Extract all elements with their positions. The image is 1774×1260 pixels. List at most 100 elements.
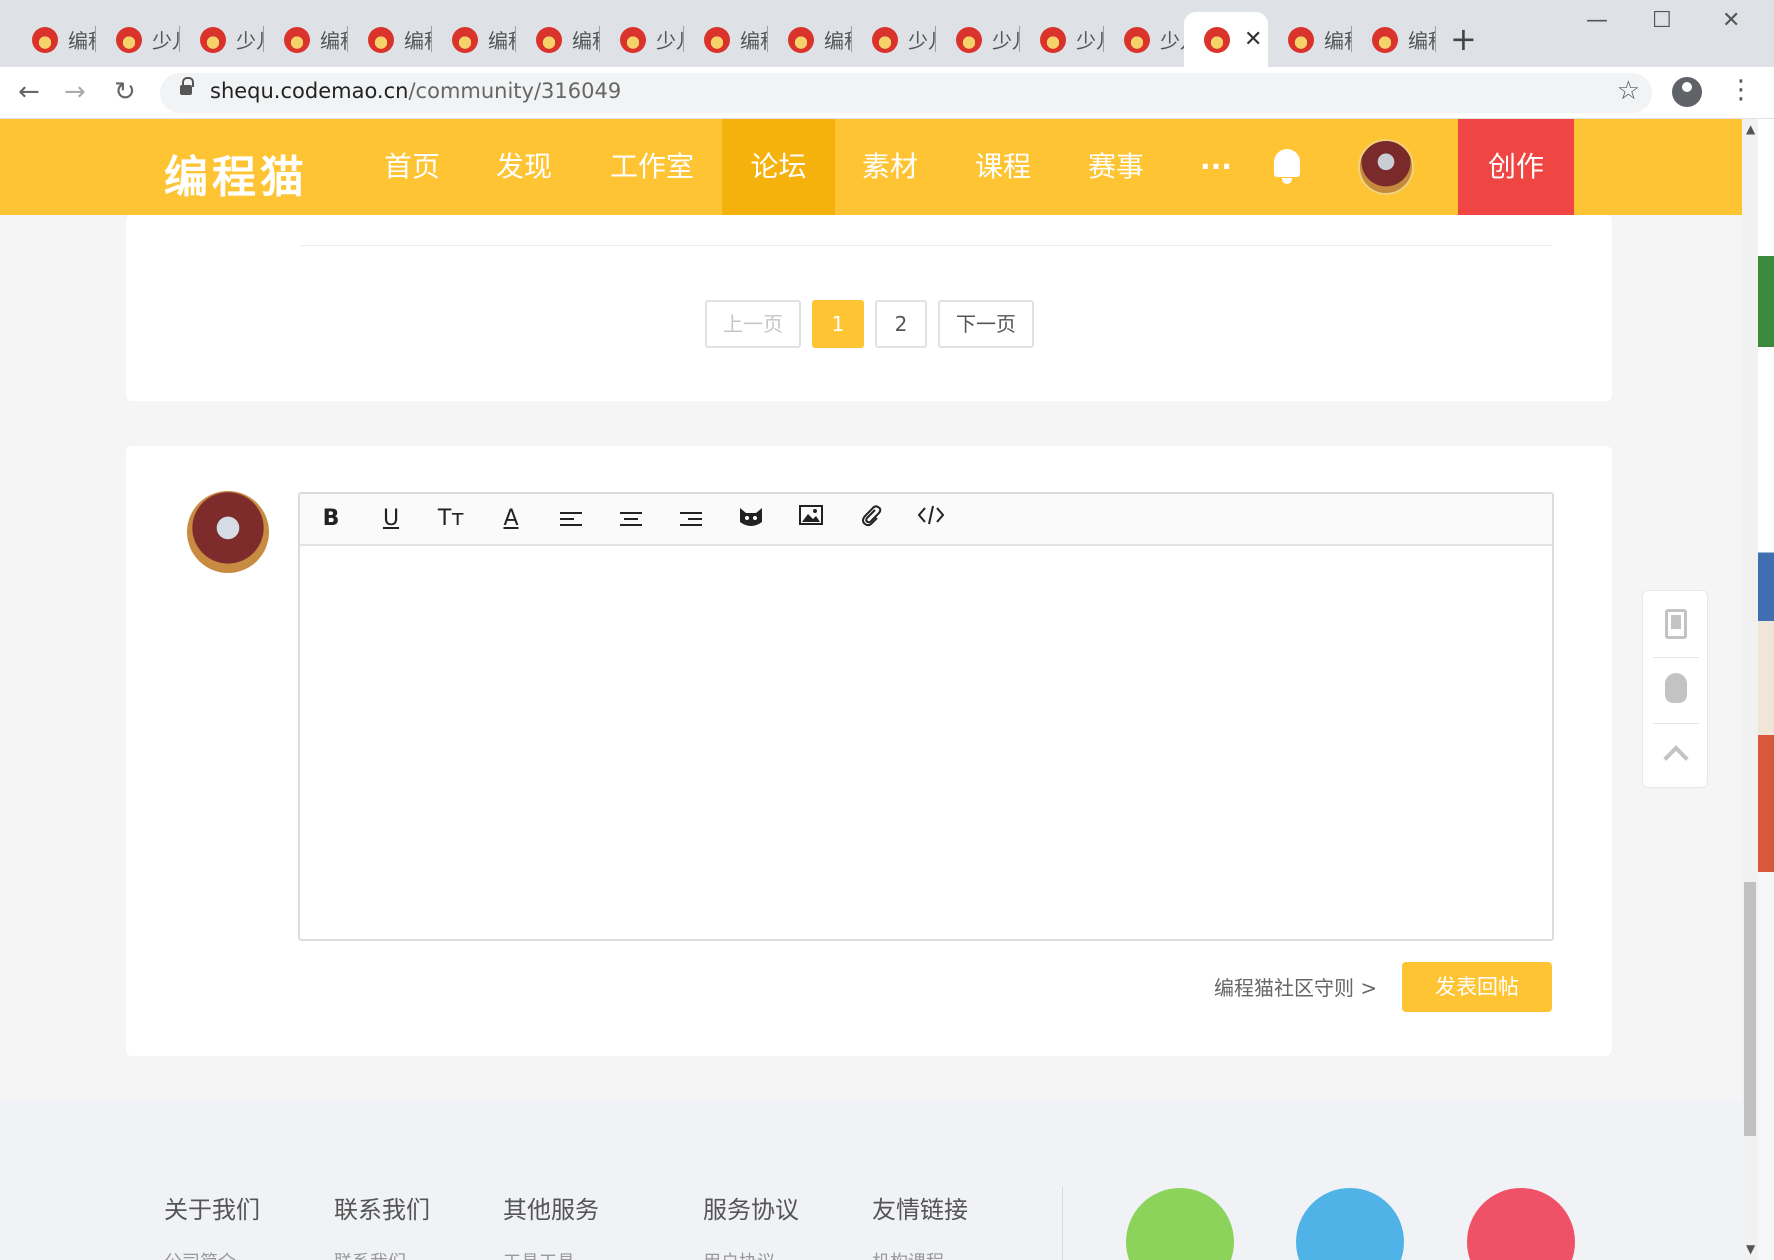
back-to-top-button[interactable]: [1643, 723, 1709, 789]
nav-more-icon[interactable]: ···: [1190, 119, 1242, 215]
browser-tab[interactable]: 编程: [348, 12, 432, 67]
back-icon[interactable]: ←: [18, 77, 40, 107]
codemao-favicon-icon: [1040, 26, 1066, 53]
browser-tab[interactable]: 编程: [432, 12, 516, 67]
notification-bell-icon[interactable]: [1272, 149, 1302, 184]
qq-group-button[interactable]: [1643, 657, 1709, 723]
scroll-down-arrow-icon[interactable]: ▼: [1746, 1242, 1755, 1256]
weibo-icon[interactable]: [1467, 1188, 1575, 1260]
browser-tab[interactable]: 编程: [12, 12, 96, 67]
page-2-button[interactable]: 2: [875, 300, 927, 348]
footer-agreement-title[interactable]: 服务协议: [703, 1190, 799, 1225]
browser-tab[interactable]: 编程: [768, 12, 852, 67]
browser-tab[interactable]: 编程: [684, 12, 768, 67]
footer-about-link[interactable]: 公司简介: [164, 1248, 236, 1260]
footer-links-link[interactable]: 机构课程: [872, 1248, 944, 1260]
submit-reply-button[interactable]: 发表回帖: [1402, 962, 1552, 1012]
browser-tab[interactable]: 少儿: [1020, 12, 1104, 67]
footer-services-title[interactable]: 其他服务: [503, 1190, 599, 1225]
nav-events[interactable]: 赛事: [1068, 119, 1164, 215]
bold-icon[interactable]: B: [316, 504, 346, 534]
editor-content-area[interactable]: [300, 546, 1552, 939]
tab-title: 少儿: [656, 29, 684, 53]
url-text[interactable]: shequ.codemao.cn/community/316049: [210, 79, 621, 103]
code-icon[interactable]: [916, 504, 946, 534]
bookmark-star-icon[interactable]: ☆: [1617, 76, 1640, 106]
footer-divider: [1062, 1187, 1063, 1260]
footer-services-link[interactable]: 工具工具: [503, 1248, 575, 1260]
user-avatar[interactable]: [1358, 139, 1414, 195]
tab-title: 编程: [68, 29, 96, 53]
browser-tab[interactable]: 少儿: [852, 12, 936, 67]
new-tab-icon[interactable]: +: [1450, 20, 1477, 58]
nav-forum[interactable]: 论坛: [722, 119, 835, 215]
codemao-favicon-icon: [620, 26, 646, 53]
scroll-up-arrow-icon[interactable]: ▲: [1746, 122, 1755, 136]
align-left-icon[interactable]: [556, 504, 586, 534]
lock-icon[interactable]: [180, 77, 194, 99]
footer-agreement-link[interactable]: 用户协议: [703, 1248, 775, 1260]
codemao-favicon-icon: [32, 26, 58, 53]
browser-tab[interactable]: 少儿: [1104, 12, 1188, 67]
nav-discover[interactable]: 发现: [476, 119, 572, 215]
tab-title: 少儿: [152, 29, 180, 53]
address-bar[interactable]: shequ.codemao.cn/community/316049 ☆: [160, 73, 1652, 113]
maximize-icon[interactable]: ☐: [1652, 8, 1672, 33]
footer-contact-title[interactable]: 联系我们: [334, 1190, 430, 1225]
prev-page-button[interactable]: 上一页: [705, 300, 801, 348]
side-float-toolbar: [1642, 590, 1708, 788]
chevron-up-icon: [1663, 745, 1689, 771]
footer-about-title[interactable]: 关于我们: [164, 1190, 260, 1225]
nav-studio[interactable]: 工作室: [594, 119, 710, 215]
browser-tab[interactable]: 编程: [1352, 12, 1436, 67]
footer-links-title[interactable]: 友情链接: [872, 1190, 968, 1225]
underline-icon[interactable]: U: [376, 504, 406, 534]
page-1-button[interactable]: 1: [812, 300, 864, 348]
commenter-avatar: [187, 491, 269, 573]
align-center-icon[interactable]: [616, 504, 646, 534]
close-tab-icon[interactable]: ✕: [1244, 27, 1262, 52]
browser-profile-icon[interactable]: [1672, 77, 1702, 107]
community-rules-link[interactable]: 编程猫社区守则 >: [1214, 972, 1377, 1001]
site-logo[interactable]: 编程猫: [164, 141, 308, 205]
replies-card: [126, 215, 1612, 401]
browser-tab[interactable]: 少儿: [936, 12, 1020, 67]
browser-toolbar: ← → ↻ shequ.codemao.cn/community/316049 …: [0, 67, 1774, 119]
site-footer: 关于我们 联系我们 其他服务 服务协议 友情链接 公司简介 联系我们 工具工具 …: [0, 1100, 1742, 1260]
tab-title: 少儿: [236, 29, 264, 53]
browser-tab[interactable]: 少儿: [96, 12, 180, 67]
qq-icon: [1665, 673, 1687, 703]
minimize-icon[interactable]: —: [1586, 8, 1608, 33]
browser-tab[interactable]: 少儿: [600, 12, 684, 67]
qq-social-icon[interactable]: [1296, 1188, 1404, 1260]
browser-tab[interactable]: 编程: [516, 12, 600, 67]
text-color-icon[interactable]: A: [496, 504, 526, 534]
scrollbar-thumb[interactable]: [1744, 882, 1756, 1136]
footer-contact-link[interactable]: 联系我们: [334, 1248, 406, 1260]
nav-home[interactable]: 首页: [364, 119, 460, 215]
window-close-icon[interactable]: ✕: [1722, 8, 1740, 33]
browser-tab[interactable]: 编程: [1268, 12, 1352, 67]
create-button[interactable]: 创作: [1458, 119, 1574, 215]
nav-materials[interactable]: 素材: [842, 119, 938, 215]
align-right-icon[interactable]: [676, 504, 706, 534]
browser-tab[interactable]: 编程: [264, 12, 348, 67]
browser-tab-strip: 编程 少儿 少儿 编程 编程 编程 编程 少儿 编程 编程 少儿 少儿 少儿 少…: [0, 0, 1774, 67]
browser-tab-active[interactable]: ✕: [1184, 12, 1268, 67]
forward-icon[interactable]: →: [64, 77, 86, 107]
image-icon[interactable]: [796, 504, 826, 534]
codemao-favicon-icon: [200, 26, 226, 53]
mobile-app-button[interactable]: [1643, 591, 1709, 657]
next-page-button[interactable]: 下一页: [938, 300, 1034, 348]
emoji-cat-icon[interactable]: [736, 504, 766, 534]
reload-icon[interactable]: ↻: [114, 77, 136, 107]
editor-toolbar: B U Tт A: [300, 494, 1552, 546]
nav-courses[interactable]: 课程: [955, 119, 1051, 215]
attachment-icon[interactable]: [856, 504, 886, 534]
tab-title: 少儿: [1076, 29, 1104, 53]
browser-tab[interactable]: 少儿: [180, 12, 264, 67]
codemao-favicon-icon: [452, 26, 478, 53]
text-size-icon[interactable]: Tт: [436, 504, 466, 534]
wechat-icon[interactable]: [1126, 1188, 1234, 1260]
browser-menu-icon[interactable]: ⋮: [1728, 75, 1754, 105]
